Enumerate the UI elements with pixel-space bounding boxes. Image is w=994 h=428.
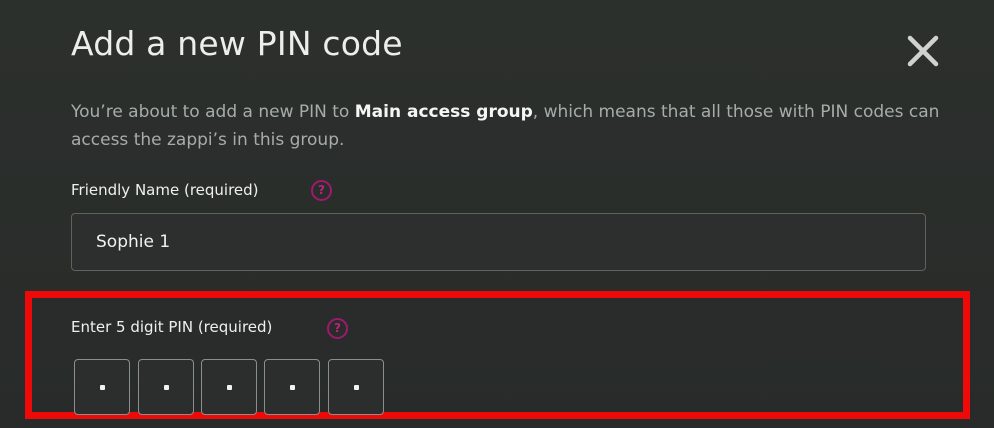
pin-digit-box-2[interactable]	[138, 359, 194, 415]
close-icon	[907, 35, 939, 67]
pin-digit-box-4[interactable]	[264, 359, 320, 415]
close-button[interactable]	[902, 30, 944, 72]
modal-title: Add a new PIN code	[71, 24, 403, 63]
pin-digit-box-3[interactable]	[201, 359, 257, 415]
add-pin-modal: Add a new PIN code You’re about to add a…	[0, 0, 994, 428]
description-text-before: You’re about to add a new PIN to	[71, 102, 355, 122]
pin-mask-dot	[163, 384, 169, 390]
friendly-name-label: Friendly Name (required)	[71, 181, 259, 199]
pin-mask-dot	[289, 384, 295, 390]
pin-digit-box-1[interactable]	[74, 359, 130, 415]
pin-help-icon[interactable]: ?	[327, 318, 348, 339]
friendly-name-input[interactable]	[71, 213, 926, 271]
friendly-name-help-icon[interactable]: ?	[311, 180, 332, 201]
pin-mask-dot	[99, 384, 105, 390]
pin-mask-dot	[226, 384, 232, 390]
pin-mask-dot	[353, 384, 359, 390]
access-group-name: Main access group	[354, 102, 533, 122]
pin-digit-box-5[interactable]	[328, 359, 384, 415]
pin-label: Enter 5 digit PIN (required)	[71, 318, 273, 336]
modal-description: You’re about to add a new PIN to Main ac…	[71, 98, 941, 154]
